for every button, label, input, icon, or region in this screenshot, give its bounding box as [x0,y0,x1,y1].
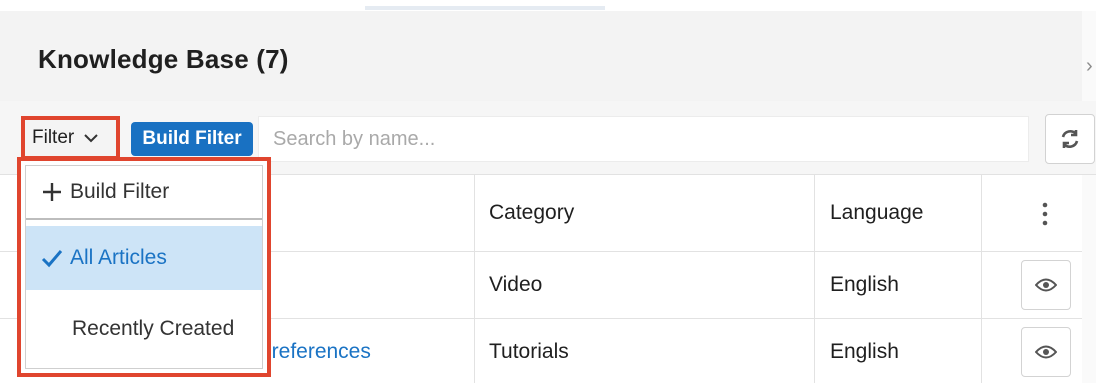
refresh-icon [1061,130,1079,148]
preview-button[interactable] [1021,327,1071,377]
more-options-icon[interactable] [1038,201,1052,227]
panel-edge: › [1082,11,1096,383]
filter-dropdown-menu: Build Filter All Articles Recently Creat… [17,157,271,377]
eye-icon [1035,345,1057,359]
category-cell: Video [489,273,543,296]
search-input[interactable]: Search by name... [258,116,1029,162]
language-cell: English [830,273,899,296]
checkmark-icon [41,250,63,268]
filter-menu-list: Build Filter All Articles Recently Creat… [25,165,263,369]
refresh-button[interactable] [1045,114,1095,164]
build-filter-button[interactable]: Build Filter [131,122,253,156]
language-cell: English [830,340,899,363]
page-title: Knowledge Base (7) [38,44,289,74]
menu-item-build-filter[interactable]: Build Filter [26,166,262,220]
menu-item-all-articles[interactable]: All Articles [26,226,262,290]
menu-item-recently-created[interactable]: Recently Created [26,290,262,368]
filter-dropdown-button[interactable]: Filter [21,116,120,160]
preview-button[interactable] [1021,260,1071,310]
category-cell: Tutorials [489,340,569,363]
chevron-down-icon [84,134,98,143]
tab-indicator [365,6,605,10]
filter-label: Filter [32,127,75,148]
column-header-language[interactable]: Language [830,175,923,251]
plus-icon [43,183,61,201]
menu-item-label: All Articles [70,246,167,269]
column-header-category[interactable]: Category [489,175,574,251]
menu-item-label: Build Filter [70,180,170,203]
close-icon[interactable]: › [1086,55,1093,78]
eye-icon [1035,278,1057,292]
panel-header: Knowledge Base (7) [0,11,1082,102]
menu-item-label: Recently Created [72,317,235,340]
